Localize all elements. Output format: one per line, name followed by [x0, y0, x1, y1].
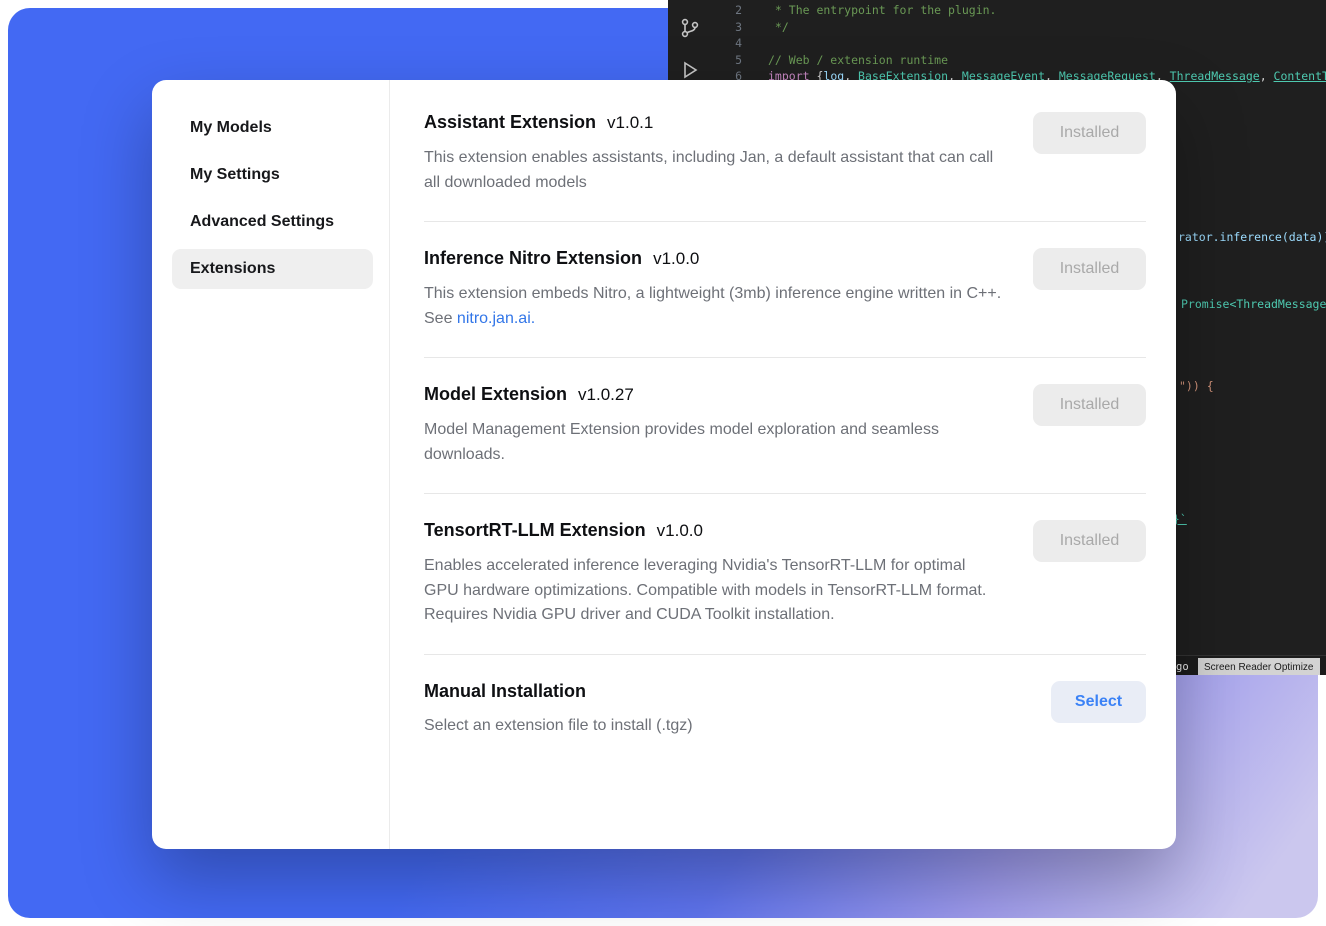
code-fragment: rator.inference(data)); [1178, 229, 1326, 246]
status-text: go [1176, 659, 1189, 675]
settings-sidebar: My Models My Settings Advanced Settings … [152, 80, 390, 849]
extension-title: Assistant Extension v1.0.1 [424, 112, 1004, 133]
divider [424, 357, 1146, 358]
sidebar-item-extensions[interactable]: Extensions [172, 249, 373, 289]
sidebar-item-my-settings[interactable]: My Settings [172, 155, 373, 195]
divider [424, 654, 1146, 655]
code-fragment: ")) { [1179, 378, 1214, 395]
extension-description: Model Management Extension provides mode… [424, 418, 1004, 467]
installed-button[interactable]: Installed [1033, 520, 1146, 562]
extension-description: Enables accelerated inference leveraging… [424, 554, 1004, 628]
divider [424, 493, 1146, 494]
extension-info: Manual Installation Select an extension … [424, 681, 693, 739]
extensions-panel: Assistant Extension v1.0.1 This extension… [390, 80, 1176, 849]
extension-row-model: Model Extension v1.0.27 Model Management … [424, 374, 1146, 467]
manual-installation-title: Manual Installation [424, 681, 693, 702]
divider [424, 221, 1146, 222]
installed-button[interactable]: Installed [1033, 384, 1146, 426]
extension-name: Manual Installation [424, 681, 586, 701]
extension-info: TensortRT-LLM Extension v1.0.0 Enables ac… [424, 520, 1004, 628]
run-debug-icon[interactable] [678, 58, 702, 82]
extension-row-assistant: Assistant Extension v1.0.1 This extension… [424, 102, 1146, 195]
source-control-icon[interactable] [678, 16, 702, 40]
manual-installation-description: Select an extension file to install (.tg… [424, 714, 693, 739]
editor-lines: 2 * The entrypoint for the plugin.3 */45… [712, 2, 1326, 85]
extension-info: Assistant Extension v1.0.1 This extension… [424, 112, 1004, 195]
extension-info: Inference Nitro Extension v1.0.0 This ext… [424, 248, 1004, 331]
extension-version: v1.0.1 [607, 113, 653, 132]
extension-title: TensortRT-LLM Extension v1.0.0 [424, 520, 1004, 541]
extension-version: v1.0.0 [657, 521, 703, 540]
extension-version: v1.0.0 [653, 249, 699, 268]
sidebar-item-my-models[interactable]: My Models [172, 108, 373, 148]
extension-name: Inference Nitro Extension [424, 248, 642, 268]
screen-reader-notice[interactable]: Screen Reader Optimize [1198, 658, 1320, 675]
extension-name: Assistant Extension [424, 112, 596, 132]
settings-modal: My Models My Settings Advanced Settings … [152, 80, 1176, 849]
extension-title: Model Extension v1.0.27 [424, 384, 1004, 405]
extension-row-tensorrt: TensortRT-LLM Extension v1.0.0 Enables ac… [424, 510, 1146, 628]
extension-info: Model Extension v1.0.27 Model Management … [424, 384, 1004, 467]
screen: 2 * The entrypoint for the plugin.3 */45… [0, 0, 1326, 926]
extension-description: This extension enables assistants, inclu… [424, 146, 1004, 195]
manual-installation-row: Manual Installation Select an extension … [424, 671, 1146, 739]
extension-version: v1.0.27 [578, 385, 634, 404]
select-file-button[interactable]: Select [1051, 681, 1146, 723]
extension-name: Model Extension [424, 384, 567, 404]
nitro-link[interactable]: nitro.jan.ai. [457, 310, 535, 327]
sidebar-item-advanced-settings[interactable]: Advanced Settings [172, 202, 373, 242]
installed-button[interactable]: Installed [1033, 248, 1146, 290]
extension-description: This extension embeds Nitro, a lightweig… [424, 282, 1004, 331]
installed-button[interactable]: Installed [1033, 112, 1146, 154]
extension-title: Inference Nitro Extension v1.0.0 [424, 248, 1004, 269]
extension-row-nitro: Inference Nitro Extension v1.0.0 This ext… [424, 238, 1146, 331]
code-fragment: Promise<ThreadMessage> [1181, 296, 1326, 313]
extension-name: TensortRT-LLM Extension [424, 520, 646, 540]
